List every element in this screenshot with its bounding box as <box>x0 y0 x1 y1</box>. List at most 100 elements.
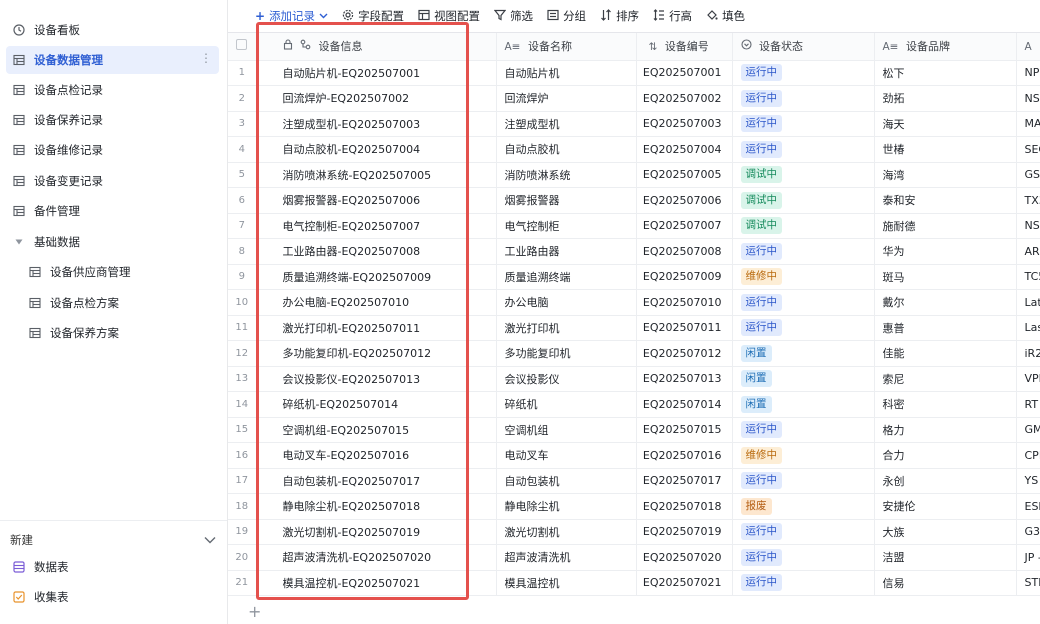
cell-info[interactable]: 烟雾报警器-EQ202507006 <box>256 187 497 214</box>
cell-name[interactable]: 空调机组 <box>496 417 637 443</box>
select-all-header[interactable] <box>228 33 257 61</box>
cell-model[interactable]: NSX <box>1016 213 1040 239</box>
cell-brand[interactable]: 洁盟 <box>874 544 1017 571</box>
cell-code[interactable]: EQ202507010 <box>636 289 733 316</box>
cell-code[interactable]: EQ202507006 <box>636 187 733 214</box>
table-row[interactable]: 15空调机组-EQ202507015空调机组EQ202507015 运行中 格力GM <box>228 417 1040 443</box>
fill-color-button[interactable]: 填色 <box>699 4 752 28</box>
table-row[interactable]: 9 质量追溯终端-EQ202507009 质量追溯终端 EQ202507009 维修中 斑… <box>228 264 1040 290</box>
cell-brand[interactable]: 索尼 <box>874 366 1017 392</box>
cell-code[interactable]: EQ202507019 <box>636 519 733 545</box>
column-header-status[interactable]: 设备状态 <box>732 33 875 61</box>
cell-status[interactable]: 运行中 <box>732 136 875 163</box>
cell-status[interactable]: 闲置 <box>732 391 875 418</box>
cell-model[interactable]: STM <box>1016 570 1040 596</box>
cell-model[interactable]: Lati <box>1016 289 1040 316</box>
cell-status[interactable]: 闲置 <box>732 366 875 392</box>
cell-name[interactable]: 工业路由器 <box>496 238 637 265</box>
cell-code[interactable]: EQ202507014 <box>636 391 733 418</box>
sort-button[interactable]: 排序 <box>593 4 646 28</box>
cell-info[interactable]: 自动包装机-EQ202507017 <box>256 468 497 494</box>
table-row[interactable]: 21 模具温控机-EQ202507021 模具温控机 EQ202507021 运行中 信易… <box>228 570 1040 596</box>
add-record-button[interactable]: + 添加记录 <box>248 4 335 28</box>
cell-code[interactable]: EQ202507018 <box>636 493 733 520</box>
column-header-code[interactable]: ⇅ 设备编号 <box>636 33 733 61</box>
table-row[interactable]: 2 回流焊炉-EQ202507002 回流焊炉 EQ202507002 运行中 劲拓 NS <box>228 85 1040 112</box>
cell-info[interactable]: 质量追溯终端-EQ202507009 <box>256 264 497 290</box>
cell-model[interactable]: ESD <box>1016 493 1040 520</box>
cell-info[interactable]: 激光切割机-EQ202507019 <box>256 519 497 545</box>
cell-name[interactable]: 模具温控机 <box>496 570 637 596</box>
sidebar-item[interactable]: 设备变更记录 <box>6 167 219 195</box>
cell-model[interactable]: YS <box>1016 468 1040 494</box>
cell-brand[interactable]: 海天 <box>874 111 1017 137</box>
cell-brand[interactable]: 大族 <box>874 519 1017 545</box>
table-row[interactable]: 7 电气控制柜-EQ202507007 电气控制柜 EQ202507007 调试中 施耐德… <box>228 213 1040 239</box>
cell-status[interactable]: 调试中 <box>732 213 875 239</box>
checkbox-icon[interactable] <box>236 39 247 51</box>
cell-model[interactable]: Las <box>1016 315 1040 341</box>
cell-info[interactable]: 电气控制柜-EQ202507007 <box>256 213 497 239</box>
table-row[interactable]: 10 办公电脑-EQ202507010 办公电脑 EQ202507010 运行中 戴尔 La… <box>228 289 1040 316</box>
cell-brand[interactable]: 戴尔 <box>874 289 1017 316</box>
cell-info[interactable]: 注塑成型机-EQ202507003 <box>256 111 497 137</box>
cell-model[interactable]: VPL <box>1016 366 1040 392</box>
cell-name[interactable]: 电气控制柜 <box>496 213 637 239</box>
cell-brand[interactable]: 施耐德 <box>874 213 1017 239</box>
cell-code[interactable]: EQ202507020 <box>636 544 733 571</box>
cell-info[interactable]: 自动点胶机-EQ202507004 <box>256 136 497 163</box>
cell-brand[interactable]: 安捷伦 <box>874 493 1017 520</box>
cell-model[interactable]: CPD <box>1016 442 1040 469</box>
cell-code[interactable]: EQ202507007 <box>636 213 733 239</box>
add-row-button[interactable]: + <box>248 602 261 621</box>
cell-status[interactable]: 运行中 <box>732 570 875 596</box>
cell-name[interactable]: 多功能复印机 <box>496 340 637 367</box>
cell-status[interactable]: 运行中 <box>732 417 875 443</box>
cell-model[interactable]: NPM <box>1016 60 1040 86</box>
cell-code[interactable]: EQ202507002 <box>636 85 733 112</box>
cell-code[interactable]: EQ202507021 <box>636 570 733 596</box>
table-row[interactable]: 19 激光切割机-EQ202507019 激光切割机 EQ202507019 运行中 大族… <box>228 519 1040 545</box>
cell-info[interactable]: 消防喷淋系统-EQ202507005 <box>256 162 497 188</box>
cell-code[interactable]: EQ202507016 <box>636 442 733 469</box>
sidebar-item[interactable]: 设备点检方案 <box>22 289 219 317</box>
cell-brand[interactable]: 合力 <box>874 442 1017 469</box>
cell-name[interactable]: 质量追溯终端 <box>496 264 637 290</box>
cell-name[interactable]: 激光切割机 <box>496 519 637 545</box>
sidebar-item[interactable]: 基础数据 <box>6 228 219 256</box>
sidebar-item[interactable]: 备件管理 <box>6 197 219 225</box>
cell-brand[interactable]: 信易 <box>874 570 1017 596</box>
cell-status[interactable]: 报废 <box>732 493 875 520</box>
field-config-button[interactable]: 字段配置 <box>335 4 411 28</box>
table-row[interactable]: 14 碎纸机-EQ202507014 碎纸机 EQ202507014 闲置 科密 RT <box>228 391 1040 418</box>
cell-status[interactable]: 运行中 <box>732 315 875 341</box>
cell-code[interactable]: EQ202507004 <box>636 136 733 163</box>
cell-status[interactable]: 运行中 <box>732 289 875 316</box>
cell-code[interactable]: EQ202507003 <box>636 111 733 137</box>
cell-name[interactable]: 自动贴片机 <box>496 60 637 86</box>
cell-info[interactable]: 碎纸机-EQ202507014 <box>256 391 497 418</box>
cell-code[interactable]: EQ202507001 <box>636 60 733 86</box>
cell-model[interactable]: RT <box>1016 391 1040 418</box>
cell-info[interactable]: 空调机组-EQ202507015 <box>256 417 497 443</box>
cell-info[interactable]: 激光打印机-EQ202507011 <box>256 315 497 341</box>
cell-info[interactable]: 电动叉车-EQ202507016 <box>256 442 497 469</box>
table-row[interactable]: 13 会议投影仪-EQ202507013 会议投影仪 EQ202507013 闲置 索尼 V… <box>228 366 1040 392</box>
sidebar-item[interactable]: 设备保养记录 <box>6 106 219 134</box>
cell-brand[interactable]: 海湾 <box>874 162 1017 188</box>
cell-status[interactable]: 运行中 <box>732 468 875 494</box>
cell-brand[interactable]: 格力 <box>874 417 1017 443</box>
table-row[interactable]: 20 超声波清洗机-EQ202507020 超声波清洗机 EQ202507020 运行中… <box>228 544 1040 571</box>
cell-name[interactable]: 静电除尘机 <box>496 493 637 520</box>
new-section-toggle[interactable]: 新建 <box>10 530 216 550</box>
cell-name[interactable]: 自动包装机 <box>496 468 637 494</box>
cell-model[interactable]: NS <box>1016 85 1040 112</box>
cell-name[interactable]: 碎纸机 <box>496 391 637 418</box>
cell-info[interactable]: 模具温控机-EQ202507021 <box>256 570 497 596</box>
cell-model[interactable]: MA <box>1016 111 1040 137</box>
table-row[interactable]: 3 注塑成型机-EQ202507003 注塑成型机 EQ202507003 运行中 海天 M… <box>228 111 1040 137</box>
cell-status[interactable]: 运行中 <box>732 238 875 265</box>
cell-model[interactable]: AR5 <box>1016 238 1040 265</box>
cell-status[interactable]: 维修中 <box>732 442 875 469</box>
cell-code[interactable]: EQ202507012 <box>636 340 733 367</box>
